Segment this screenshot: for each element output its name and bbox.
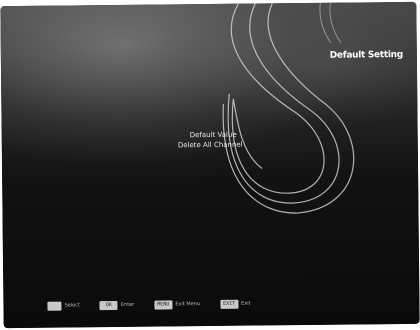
help-exit-menu[interactable]: MENU Exit Menu (154, 299, 201, 310)
help-select[interactable]: Select (47, 301, 80, 311)
menu-item-delete-all-channel[interactable]: Delete All Channel (178, 140, 243, 151)
menu-list: Default Value Delete All Channel (178, 130, 243, 151)
help-enter-label: Enter (120, 301, 135, 308)
help-exit[interactable]: EXIT Exit (220, 299, 251, 309)
tv-screen: Default Setting Default Value Delete All… (0, 1, 420, 329)
navigate-key-icon (47, 301, 62, 311)
help-exit-menu-label: Exit Menu (175, 301, 201, 308)
help-enter[interactable]: OK Enter (99, 300, 135, 310)
menu-title: Default Setting (329, 49, 403, 61)
help-bar: Select OK Enter MENU Exit Menu EXIT Exit (47, 297, 251, 313)
help-exit-label: Exit (241, 300, 251, 307)
menu-key-icon: MENU (154, 299, 173, 310)
help-select-label: Select (64, 302, 80, 309)
ok-key-icon: OK (99, 300, 118, 310)
menu-item-default-value[interactable]: Default Value (190, 130, 243, 141)
exit-key-icon: EXIT (220, 299, 239, 309)
